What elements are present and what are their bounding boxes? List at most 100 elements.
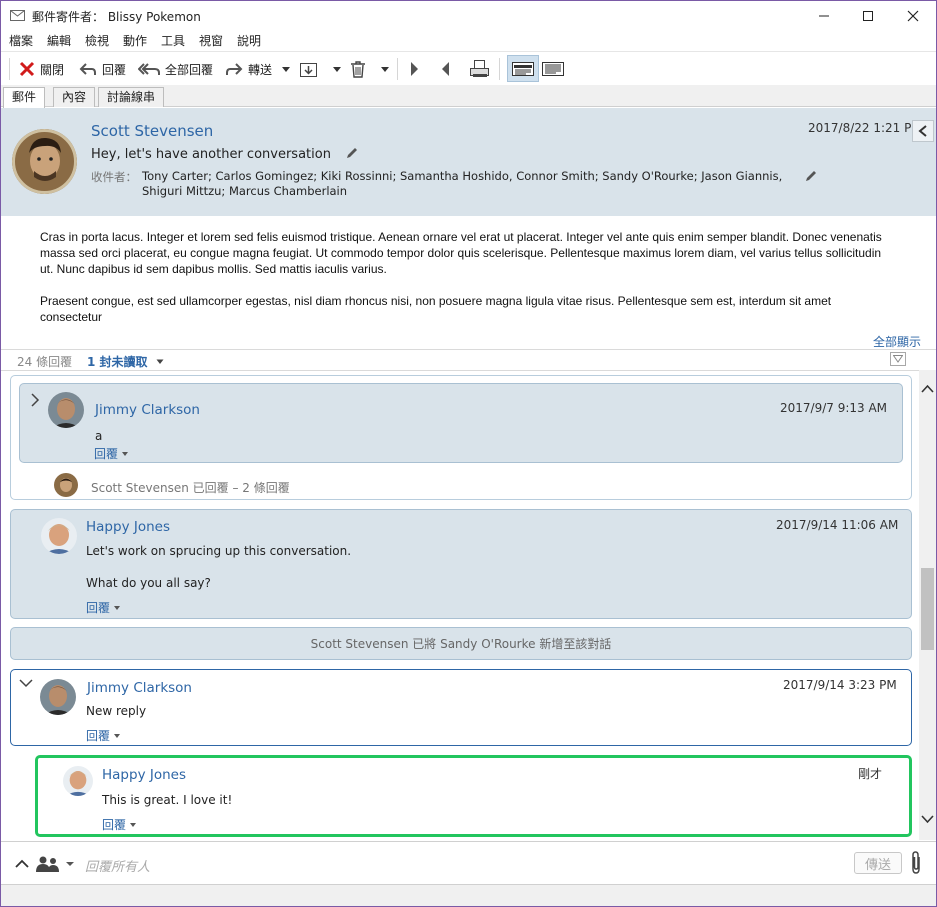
author-name[interactable]: Happy Jones	[86, 519, 170, 535]
reply-text: Let's work on sprucing up this conversat…	[86, 544, 352, 558]
chevron-up-icon[interactable]	[921, 384, 934, 394]
toolbar-divider	[397, 58, 398, 80]
recipients-picker[interactable]	[35, 855, 75, 873]
forward-button[interactable]: 轉送	[225, 58, 292, 80]
send-button[interactable]: 傳送	[854, 852, 902, 874]
message-card[interactable]: Happy Jones 2017/9/14 11:06 AM Let's wor…	[10, 509, 912, 619]
unread-filter[interactable]: 1 封未讀取	[87, 353, 164, 370]
toolbar: 關閉 回覆 全部回覆 轉送	[1, 51, 936, 85]
avatar	[48, 392, 84, 428]
reply-link[interactable]: 回覆	[86, 727, 121, 744]
menu-tools[interactable]: 工具	[153, 32, 191, 50]
printer-icon	[470, 60, 489, 77]
menu-window[interactable]: 視窗	[191, 32, 229, 50]
chevron-up-icon[interactable]	[15, 859, 29, 869]
sender-name[interactable]: Scott Stevensen	[91, 122, 213, 140]
red-x-icon	[19, 61, 35, 77]
message-card-new[interactable]: Happy Jones 剛才 This is great. I love it!…	[35, 755, 912, 837]
message-date: 2017/8/22 1:21 PM	[808, 121, 922, 135]
chevron-right-icon[interactable]	[30, 393, 40, 407]
reply-button[interactable]: 回覆	[79, 58, 126, 80]
print-button[interactable]	[469, 58, 491, 80]
collapsed-replies-summary[interactable]: Scott Stevensen 已回覆 – 2 條回覆	[91, 479, 290, 496]
reply-link[interactable]: 回覆	[94, 445, 129, 462]
body-paragraph: Praesent congue, est sed ullamcorper ege…	[40, 294, 832, 324]
unread-count: 1 封未讀取	[87, 355, 148, 369]
chevron-down-icon	[130, 822, 137, 827]
layout-view-button[interactable]	[542, 58, 564, 80]
reply-all-button[interactable]: 全部回覆	[138, 58, 213, 80]
menu-help[interactable]: 說明	[229, 32, 267, 50]
body-paragraph: Cras in porta lacus. Integer et lorem se…	[40, 230, 882, 276]
person-photo-icon	[41, 518, 77, 554]
message-body: Cras in porta lacus. Integer et lorem se…	[40, 229, 896, 341]
tab-thread[interactable]: 討論線串	[98, 87, 165, 107]
menu-view[interactable]: 檢視	[77, 32, 115, 50]
previous-arrow-icon	[442, 62, 449, 76]
collapse-header-button[interactable]	[912, 120, 934, 142]
reply-date: 2017/9/7 9:13 AM	[780, 401, 888, 415]
message-subject: Hey, let's have another conversation	[91, 146, 359, 162]
toolbar-divider	[499, 58, 500, 80]
author-name[interactable]: Happy Jones	[102, 767, 186, 783]
show-all-link[interactable]: 全部顯示	[873, 333, 921, 350]
pencil-icon[interactable]	[804, 169, 818, 183]
tab-mail[interactable]: 郵件	[3, 87, 46, 108]
close-window-button[interactable]	[901, 5, 925, 27]
chevron-down-icon[interactable]	[921, 814, 934, 824]
envelope-icon	[10, 10, 25, 21]
previous-message-button[interactable]	[439, 58, 453, 80]
close-button[interactable]: 關閉	[19, 58, 64, 80]
reply-label: 回覆	[86, 729, 111, 743]
person-photo-icon	[40, 679, 76, 715]
message-card[interactable]: Jimmy Clarkson 2017/9/7 9:13 AM a 回覆	[19, 383, 903, 463]
move-button[interactable]	[299, 58, 343, 80]
author-name[interactable]: Jimmy Clarkson	[95, 402, 200, 418]
next-arrow-icon	[411, 62, 418, 76]
reply-all-input[interactable]: 回覆所有人	[85, 856, 150, 875]
next-message-button[interactable]	[407, 58, 421, 80]
chevron-down-icon	[122, 451, 129, 456]
menu-bar: 檔案 編輯 檢視 動作 工具 視窗 說明	[1, 32, 267, 50]
window-title: 郵件寄件者： Blissy Pokemon	[32, 10, 201, 24]
layout-view-button-active[interactable]	[507, 55, 539, 82]
recipients-label: 收件者：	[91, 170, 137, 184]
header-view-icon	[512, 61, 534, 76]
filter-icon	[893, 355, 903, 363]
move-to-folder-icon	[300, 63, 317, 77]
reply-label: 回覆	[86, 601, 111, 615]
menu-actions[interactable]: 動作	[115, 32, 153, 50]
author-name[interactable]: Jimmy Clarkson	[87, 680, 192, 696]
chevron-down-icon[interactable]	[19, 678, 33, 688]
compose-bar: 回覆所有人 傳送	[1, 841, 936, 883]
paperclip-icon[interactable]	[910, 851, 922, 875]
pencil-icon[interactable]	[345, 146, 359, 160]
reply-link[interactable]: 回覆	[86, 599, 121, 616]
minimize-button[interactable]	[812, 5, 836, 27]
person-photo-icon	[54, 473, 78, 497]
reply-link[interactable]: 回覆	[102, 816, 137, 833]
reply-label: 回覆	[102, 818, 127, 832]
tab-properties[interactable]: 內容	[53, 87, 96, 107]
scrollbar-thumb[interactable]	[921, 568, 934, 650]
vertical-scrollbar[interactable]	[919, 370, 936, 840]
reply-text: What do you all say?	[86, 576, 211, 590]
avatar	[63, 766, 93, 796]
person-photo-icon	[63, 766, 93, 796]
recipients-list: Tony Carter; Carlos Gomingez; Kiki Rossi…	[142, 169, 783, 198]
message-card-selected[interactable]: Jimmy Clarkson 2017/9/14 3:23 PM New rep…	[10, 669, 912, 746]
dropdown-arrow-icon	[381, 67, 389, 72]
menu-edit[interactable]: 編輯	[39, 32, 77, 50]
delete-button[interactable]	[349, 58, 391, 80]
chevron-left-icon	[918, 125, 927, 137]
close-icon	[907, 10, 919, 22]
reply-text: New reply	[86, 704, 147, 718]
trash-icon	[351, 61, 365, 78]
filter-button[interactable]	[890, 352, 906, 366]
forward-arrow-icon	[226, 63, 243, 75]
conversation-thread: Jimmy Clarkson 2017/9/7 9:13 AM a 回覆 Sco…	[1, 370, 919, 840]
menu-file[interactable]: 檔案	[1, 32, 39, 50]
title-bar: 郵件寄件者： Blissy Pokemon	[1, 1, 936, 31]
maximize-button[interactable]	[856, 5, 880, 27]
status-bar	[1, 884, 936, 906]
